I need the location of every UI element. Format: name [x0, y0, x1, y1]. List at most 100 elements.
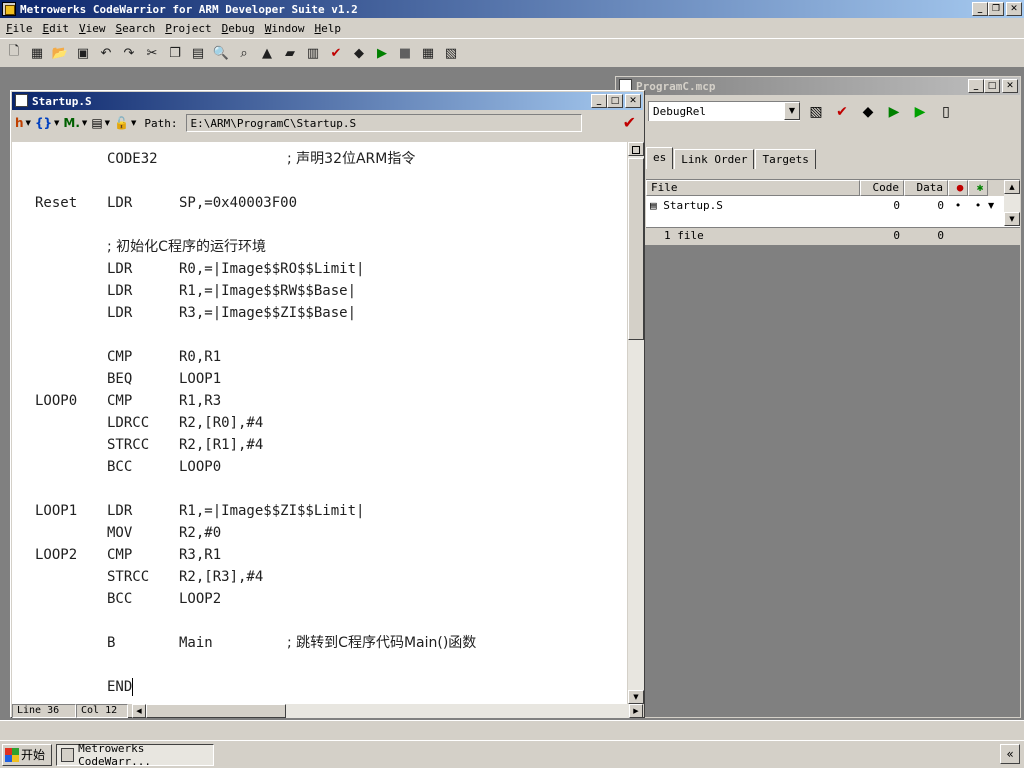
split-pane-icon[interactable] [628, 142, 644, 156]
code-line[interactable]: STRCC R2,[R3],#4 [12, 566, 627, 588]
project-close-button[interactable]: ✕ [1002, 79, 1018, 93]
code-line[interactable] [12, 610, 627, 632]
markers-menu[interactable]: M. ▼ [63, 116, 87, 130]
disassemble-icon[interactable]: ▥ [303, 43, 323, 63]
project-window[interactable]: ProgramC.mcp _ □ ✕ DebugRel ▼ ▧ ✔ ◆ ▶ ▶ … [615, 76, 1021, 718]
check-syntax-icon[interactable]: ✔ [623, 113, 636, 132]
find-in-files-icon[interactable]: ⌕ [234, 43, 254, 63]
menu-view[interactable]: View [75, 22, 110, 35]
compile-icon[interactable]: ▲ [257, 43, 277, 63]
code-line[interactable]: BEQ LOOP1 [12, 368, 627, 390]
start-button[interactable]: 开始 [2, 743, 52, 766]
file-debug-flag[interactable]: • [948, 199, 968, 212]
find-icon[interactable]: 🔍 [211, 43, 231, 63]
copy-icon[interactable]: ❐ [165, 43, 185, 63]
check-syntax-icon[interactable]: ✔ [326, 43, 346, 63]
editor-window[interactable]: Startup.S _ □ ✕ h ▼ {} ▼ M. ▼ ▤ ▼ 🔓 ▼ Path: E… [10, 90, 645, 718]
code-line[interactable]: LDR R0,=|Image$$RO$$Limit| [12, 258, 627, 280]
code-line[interactable] [12, 654, 627, 676]
target-settings-icon[interactable]: ▧ [441, 43, 461, 63]
project-maximize-button[interactable]: □ [984, 79, 1000, 93]
column-bug-icon[interactable]: ✱ [968, 180, 988, 196]
scroll-left-icon[interactable]: ◀ [132, 704, 146, 718]
code-line[interactable]: BCC LOOP2 [12, 588, 627, 610]
tab-files[interactable]: es [646, 147, 674, 169]
document-settings-menu[interactable]: ▤ ▼ [91, 116, 110, 130]
code-line[interactable]: LDR R3,=|Image$$ZI$$Base| [12, 302, 627, 324]
editor-vertical-scrollbar[interactable]: ▼ [628, 142, 644, 704]
target-dropdown[interactable]: DebugRel ▼ [648, 101, 800, 121]
preprocess-icon[interactable]: ◆ [349, 43, 369, 63]
open-icon[interactable]: 📂 [50, 43, 70, 63]
code-line[interactable]: LOOP2 CMP R3,R1 [12, 544, 627, 566]
table-row[interactable]: ▤ Startup.S 0 0 • • ▼ [646, 196, 1020, 214]
tab-targets[interactable]: Targets [755, 149, 816, 169]
code-line[interactable]: LOOP1 LDR R1,=|Image$$ZI$$Limit| [12, 500, 627, 522]
column-code-header[interactable]: Code [860, 180, 904, 196]
app-restore-button[interactable]: ❐ [988, 2, 1004, 16]
new-file-icon[interactable]: 🗋 [4, 43, 24, 63]
redo-icon[interactable]: ↷ [119, 43, 139, 63]
scroll-down-icon[interactable]: ▼ [1004, 212, 1020, 226]
app-title-bar[interactable]: Metrowerks CodeWarrior for ARM Developer… [0, 0, 1024, 18]
settings-icon[interactable]: ▦ [418, 43, 438, 63]
check-syntax-icon[interactable]: ✔ [832, 103, 852, 121]
code-line[interactable]: CMP R0,R1 [12, 346, 627, 368]
debug-icon[interactable]: ▶ [372, 43, 392, 63]
scroll-down-icon[interactable]: ▼ [628, 690, 644, 704]
code-line[interactable]: ; 初始化C程序的运行环境 [12, 236, 627, 258]
code-line[interactable]: B Main ; 跳转到C程序代码Main()函数 [12, 632, 627, 654]
menu-help[interactable]: Help [311, 22, 346, 35]
menu-search[interactable]: Search [112, 22, 160, 35]
menu-file[interactable]: File [2, 22, 37, 35]
code-line[interactable]: BCC LOOP0 [12, 456, 627, 478]
tab-link-order[interactable]: Link Order [674, 149, 755, 169]
taskbar-app-button[interactable]: Metrowerks CodeWarr... [56, 742, 214, 768]
code-line[interactable] [12, 478, 627, 500]
code-line[interactable]: LDRCC R2,[R0],#4 [12, 412, 627, 434]
column-debug-icon[interactable]: ● [948, 180, 968, 196]
path-field[interactable]: E:\ARM\ProgramC\Startup.S [185, 114, 582, 132]
tray-expand-icon[interactable]: « [1000, 744, 1020, 764]
make-icon[interactable]: ◆ [858, 103, 878, 121]
file-table-scrollbar[interactable]: ▲ ▼ [1004, 180, 1020, 226]
menu-debug[interactable]: Debug [218, 22, 259, 35]
app-minimize-button[interactable]: _ [972, 2, 988, 16]
stop-icon[interactable]: ■ [395, 43, 415, 63]
file-menu-icon[interactable]: ▼ [988, 201, 1002, 210]
code-line[interactable] [12, 214, 627, 236]
code-line[interactable]: LDR R1,=|Image$$RW$$Base| [12, 280, 627, 302]
editor-close-button[interactable]: ✕ [625, 94, 641, 108]
new-project-icon[interactable]: ▦ [27, 43, 47, 63]
menu-edit[interactable]: Edit [39, 22, 74, 35]
scroll-up-icon[interactable]: ▲ [1004, 180, 1020, 194]
menu-project[interactable]: Project [161, 22, 215, 35]
horizontal-scrollbar-thumb[interactable] [146, 704, 286, 718]
make-icon[interactable]: ▰ [280, 43, 300, 63]
project-minimize-button[interactable]: _ [968, 79, 984, 93]
scrollbar-thumb[interactable] [628, 158, 644, 340]
undo-icon[interactable]: ↶ [96, 43, 116, 63]
column-data-header[interactable]: Data [904, 180, 948, 196]
codewarrior-app-icon[interactable] [2, 2, 16, 16]
app-close-button[interactable]: ✕ [1006, 2, 1022, 16]
run-icon[interactable]: ▶ [910, 103, 930, 121]
disassemble-icon[interactable]: ▯ [936, 103, 956, 121]
code-editor[interactable]: CODE32 ; 声明32位ARM指令 Reset LDR SP,=0x40003F00… [12, 142, 627, 704]
code-line[interactable]: CODE32 ; 声明32位ARM指令 [12, 148, 627, 170]
code-line[interactable]: STRCC R2,[R1],#4 [12, 434, 627, 456]
menu-window[interactable]: Window [261, 22, 309, 35]
scroll-right-icon[interactable]: ▶ [629, 704, 643, 718]
code-line[interactable] [12, 324, 627, 346]
code-line[interactable]: END [12, 676, 627, 698]
functions-menu[interactable]: {} ▼ [35, 116, 59, 130]
editor-minimize-button[interactable]: _ [591, 94, 607, 108]
project-window-title-bar[interactable]: ProgramC.mcp _ □ ✕ [616, 77, 1020, 95]
debug-run-icon[interactable]: ▶ [884, 103, 904, 121]
editor-horizontal-scrollbar[interactable]: ◀ ▶ [132, 704, 643, 718]
code-line[interactable]: LOOP0 CMP R1,R3 [12, 390, 627, 412]
header-files-menu[interactable]: h ▼ [15, 116, 31, 130]
code-line[interactable]: Reset LDR SP,=0x40003F00 [12, 192, 627, 214]
target-settings-icon[interactable]: ▧ [806, 103, 826, 121]
paste-icon[interactable]: ▤ [188, 43, 208, 63]
